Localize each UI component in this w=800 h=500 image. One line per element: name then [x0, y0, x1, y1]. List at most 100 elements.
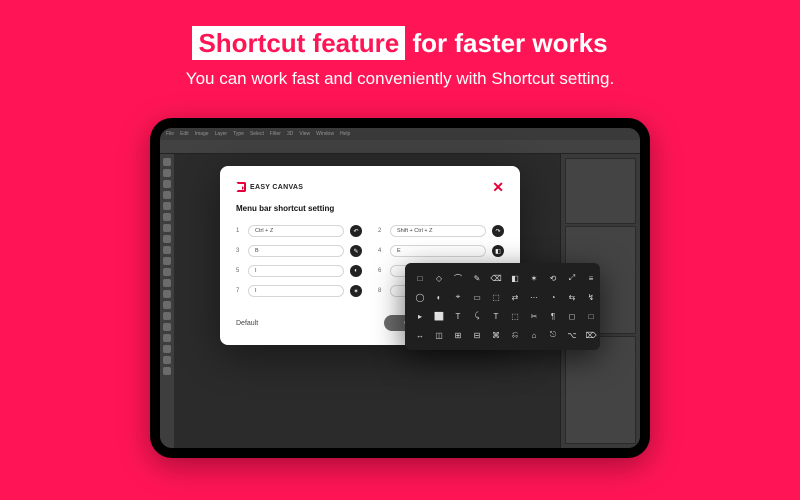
- menu-item[interactable]: Type: [233, 131, 244, 137]
- row-number: 6: [378, 268, 384, 274]
- picker-icon[interactable]: ⎋: [546, 328, 560, 342]
- picker-icon[interactable]: ◇: [432, 271, 446, 285]
- brand-text: EASY CANVAS: [250, 184, 303, 191]
- menu-item[interactable]: Filter: [270, 131, 281, 137]
- picker-icon[interactable]: ≡: [584, 271, 598, 285]
- tool-icon[interactable]: [163, 290, 171, 298]
- picker-icon[interactable]: □: [413, 271, 427, 285]
- picker-icon[interactable]: ⌘: [489, 328, 503, 342]
- row-number: 2: [378, 228, 384, 234]
- hero-subtitle: You can work fast and conveniently with …: [0, 69, 800, 89]
- picker-icon[interactable]: ⬚: [508, 309, 522, 323]
- shortcut-icon-button[interactable]: ◐: [350, 265, 362, 277]
- picker-icon[interactable]: ◫: [432, 328, 446, 342]
- tool-icon[interactable]: [163, 180, 171, 188]
- picker-icon[interactable]: ⤹: [470, 309, 484, 323]
- menu-item[interactable]: Edit: [180, 131, 189, 137]
- tool-icon[interactable]: [163, 213, 171, 221]
- menu-item[interactable]: Window: [316, 131, 334, 137]
- picker-icon[interactable]: ▸: [413, 309, 427, 323]
- picker-icon[interactable]: ⇄: [508, 290, 522, 304]
- shortcut-icon-button[interactable]: ↶: [350, 225, 362, 237]
- shortcut-icon-button[interactable]: ◧: [492, 245, 504, 257]
- shortcut-row: 2 Shift + Ctrl + Z ↷: [378, 225, 504, 237]
- tool-icon[interactable]: [163, 246, 171, 254]
- picker-icon[interactable]: ⬚: [489, 290, 503, 304]
- tool-icon[interactable]: [163, 224, 171, 232]
- menu-item[interactable]: Help: [340, 131, 350, 137]
- picker-icon[interactable]: □: [584, 309, 598, 323]
- menu-item[interactable]: 3D: [287, 131, 293, 137]
- picker-icon[interactable]: ⟲: [546, 271, 560, 285]
- shortcut-icon-button[interactable]: ✶: [350, 285, 362, 297]
- tool-icon[interactable]: [163, 268, 171, 276]
- picker-icon[interactable]: ◐: [432, 290, 446, 304]
- picker-icon[interactable]: ⤢: [565, 271, 579, 285]
- shortcut-icon-button[interactable]: ✎: [350, 245, 362, 257]
- picker-icon[interactable]: ⌥: [565, 328, 579, 342]
- picker-icon[interactable]: T: [489, 309, 503, 323]
- modal-title: Menu bar shortcut setting: [236, 204, 504, 213]
- tool-icon[interactable]: [163, 367, 171, 375]
- shortcut-input[interactable]: Ctrl + Z: [248, 225, 344, 237]
- picker-icon[interactable]: ↔: [413, 328, 427, 342]
- tool-icon[interactable]: [163, 345, 171, 353]
- picker-icon[interactable]: ⋯: [527, 290, 541, 304]
- picker-icon[interactable]: ⌂: [527, 328, 541, 342]
- picker-icon[interactable]: ✶: [527, 271, 541, 285]
- hero-rest: for faster works: [405, 28, 607, 58]
- row-number: 4: [378, 248, 384, 254]
- shortcut-input[interactable]: I: [248, 265, 344, 277]
- shortcut-input[interactable]: B: [248, 245, 344, 257]
- tool-icon[interactable]: [163, 158, 171, 166]
- close-icon[interactable]: ✕: [492, 180, 504, 194]
- picker-icon[interactable]: ◧: [508, 271, 522, 285]
- row-number: 7: [236, 288, 242, 294]
- tool-icon[interactable]: [163, 169, 171, 177]
- picker-icon[interactable]: ⌖: [451, 290, 465, 304]
- picker-icon[interactable]: ⎌: [508, 328, 522, 342]
- tool-icon[interactable]: [163, 279, 171, 287]
- picker-icon[interactable]: ✎: [470, 271, 484, 285]
- picker-icon[interactable]: ¶: [546, 309, 560, 323]
- shortcut-icon-button[interactable]: ↷: [492, 225, 504, 237]
- picker-icon[interactable]: ⌫: [489, 271, 503, 285]
- menu-item[interactable]: Select: [250, 131, 264, 137]
- picker-icon[interactable]: ◔: [546, 290, 560, 304]
- tool-icon[interactable]: [163, 235, 171, 243]
- shortcut-input[interactable]: I: [248, 285, 344, 297]
- tool-icon[interactable]: [163, 356, 171, 364]
- picker-icon[interactable]: ⌒: [451, 271, 465, 285]
- picker-icon[interactable]: ⊞: [451, 328, 465, 342]
- tool-icon[interactable]: [163, 312, 171, 320]
- picker-icon[interactable]: ⌦: [584, 328, 598, 342]
- menu-item[interactable]: File: [166, 131, 174, 137]
- tool-icon[interactable]: [163, 301, 171, 309]
- menu-item[interactable]: Layer: [215, 131, 228, 137]
- picker-icon[interactable]: ▭: [470, 290, 484, 304]
- tool-icon[interactable]: [163, 257, 171, 265]
- picker-icon[interactable]: ◻: [565, 309, 579, 323]
- picker-icon[interactable]: T: [451, 309, 465, 323]
- picker-icon[interactable]: ↯: [584, 290, 598, 304]
- shortcut-input[interactable]: Shift + Ctrl + Z: [390, 225, 486, 237]
- tablet-frame: File Edit Image Layer Type Select Filter 3D View…: [150, 118, 650, 458]
- menu-item[interactable]: Image: [195, 131, 209, 137]
- picker-icon[interactable]: ✂: [527, 309, 541, 323]
- menu-item[interactable]: View: [299, 131, 310, 137]
- picker-icon[interactable]: ⬜: [432, 309, 446, 323]
- shortcut-input[interactable]: E: [390, 245, 486, 257]
- brand-logo-icon: [236, 182, 246, 192]
- default-link[interactable]: Default: [236, 320, 258, 327]
- shortcut-row: 3B✎: [236, 245, 362, 257]
- picker-icon[interactable]: ⇆: [565, 290, 579, 304]
- tool-icon[interactable]: [163, 334, 171, 342]
- picker-icon[interactable]: ⊟: [470, 328, 484, 342]
- picker-icon[interactable]: ◯: [413, 290, 427, 304]
- row-number: 1: [236, 228, 242, 234]
- tool-icon[interactable]: [163, 202, 171, 210]
- tool-icon[interactable]: [163, 323, 171, 331]
- panel-properties: [565, 158, 636, 224]
- shortcut-row: 5I◐: [236, 265, 362, 277]
- tool-icon[interactable]: [163, 191, 171, 199]
